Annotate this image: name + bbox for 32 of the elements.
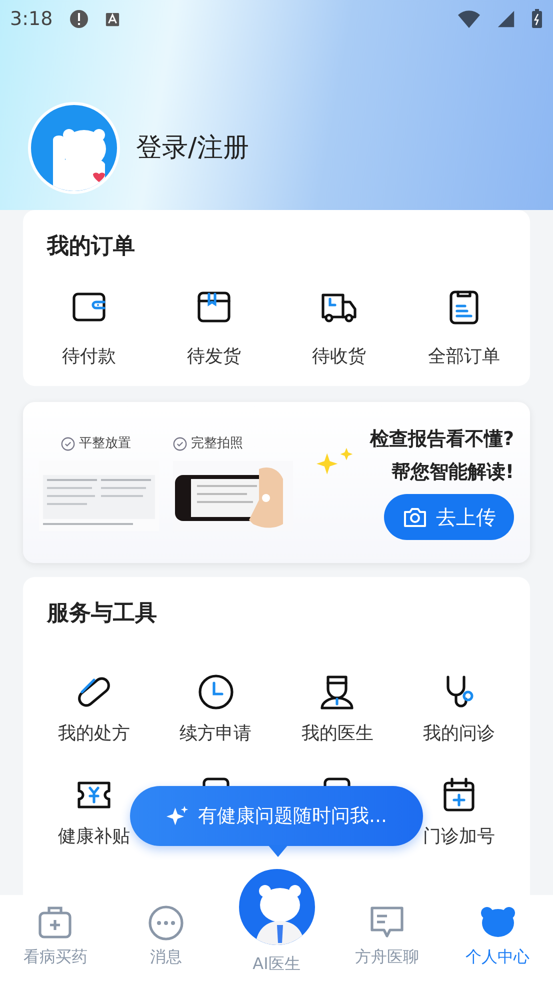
service-shortcut[interactable]: 我的处方 [33,672,155,747]
order-shortcut[interactable]: 全部订单 [414,287,514,370]
alert-icon [68,9,89,29]
check-circle-icon [61,436,75,450]
chat-bubble-icon [146,903,185,941]
battery-icon [531,9,543,29]
status-time: 3:18 [10,6,53,32]
upload-button[interactable]: 去上传 [384,494,514,540]
signal-icon [497,10,515,28]
banner-headline: 检查报告看不懂? [370,427,514,452]
check-circle-icon [173,436,187,450]
login-link[interactable]: 登录/注册 [136,128,249,168]
tooltip-pointer [268,845,288,857]
nav-tab[interactable]: 个人中心 [442,895,553,984]
clock-icon [196,672,236,712]
order-shortcut[interactable]: 待收货 [289,287,389,370]
banner-subline: 帮您智能解读! [391,460,514,484]
order-shortcut[interactable]: 待发货 [164,287,264,370]
camera-icon [402,505,428,529]
service-shortcut[interactable]: 续方申请 [154,672,276,747]
upload-banner[interactable]: 平整放置 完整拍照 检查报告看不懂? 帮您智能解读! 去上传 [23,402,530,563]
service-shortcut[interactable]: 我的医生 [276,672,398,747]
section-title: 我的订单 [47,233,136,261]
step-label: 完整拍照 [191,434,243,453]
wifi-icon [457,9,481,29]
service-shortcut[interactable]: 我的问诊 [398,672,520,747]
sparkle-icon [166,804,190,828]
ai-prompt-tooltip[interactable]: 有健康问题随时问我... [130,786,423,846]
keyboard-icon [104,12,120,26]
order-shortcut[interactable]: 待付款 [39,287,139,370]
section-title: 服务与工具 [47,600,158,628]
step-label: 平整放置 [79,434,131,453]
